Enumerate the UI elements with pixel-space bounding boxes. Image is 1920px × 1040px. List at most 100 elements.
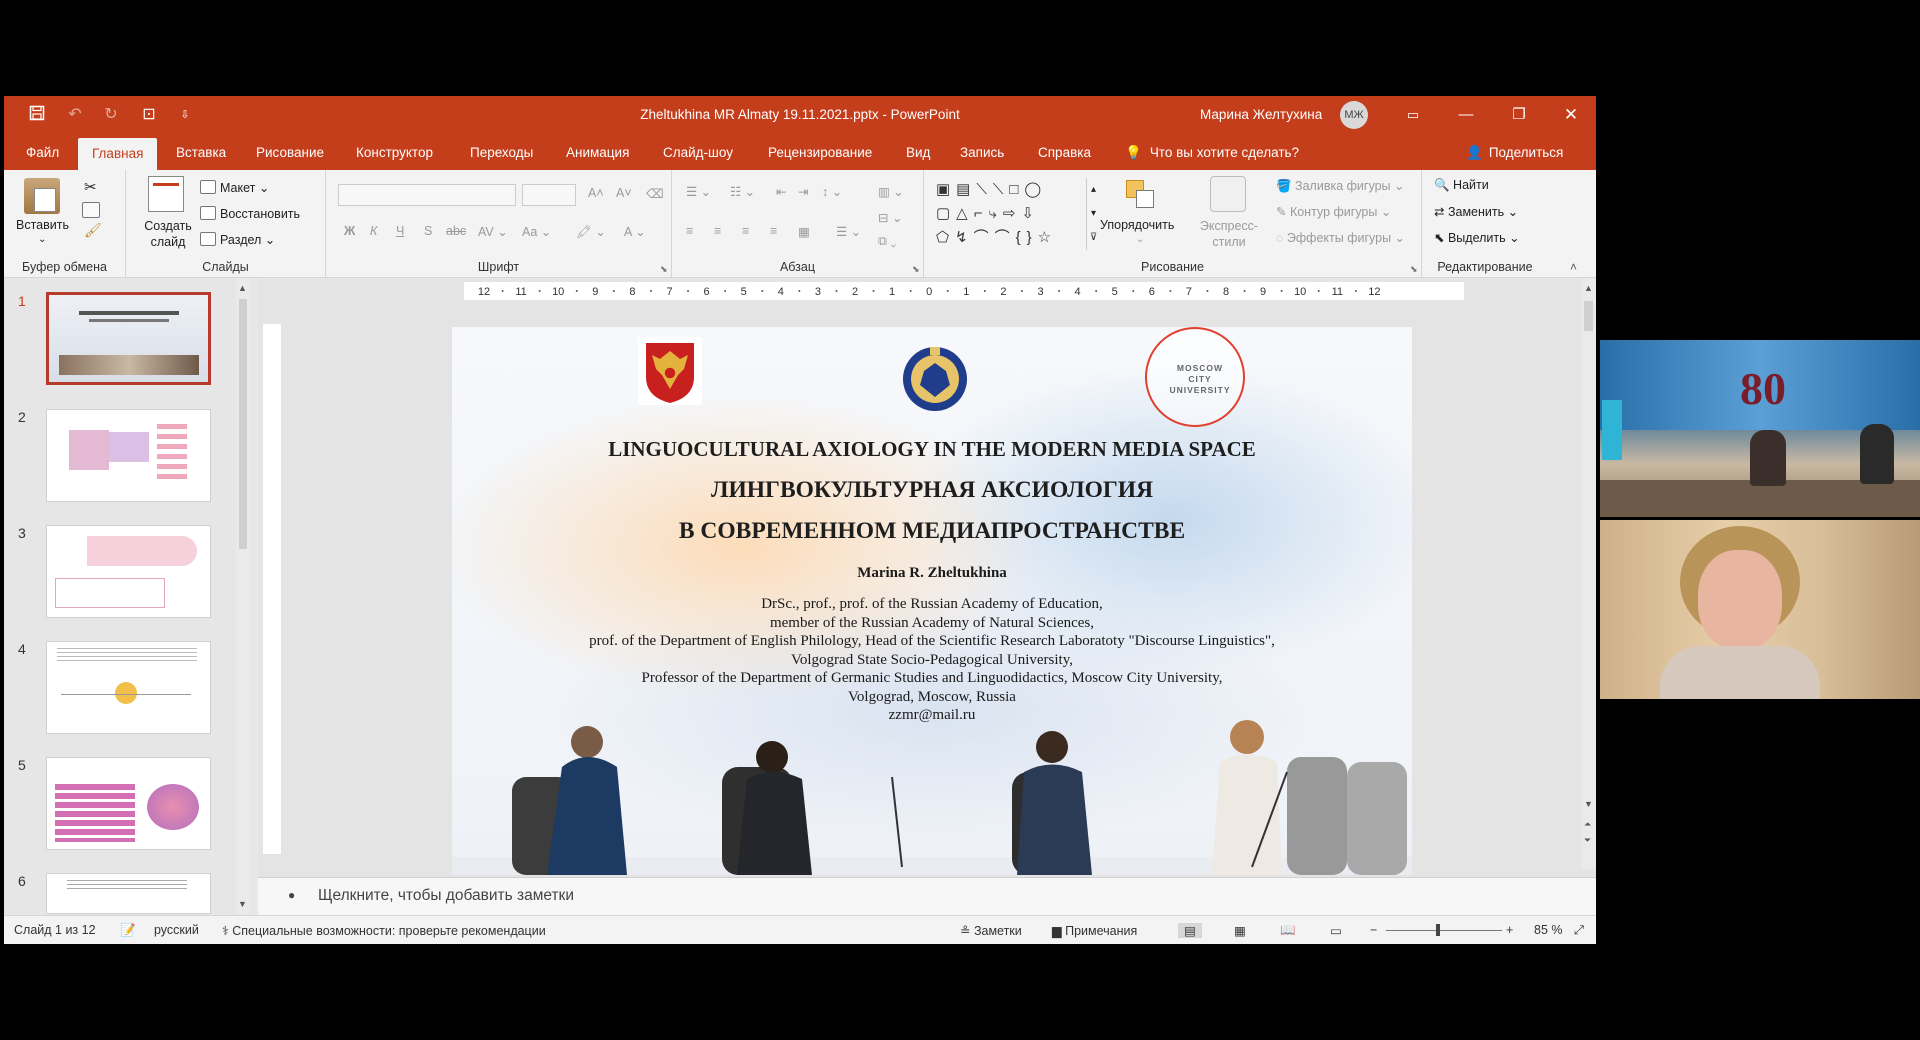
cut-icon[interactable]: ✂ — [84, 178, 97, 196]
language-indicator[interactable]: русский — [154, 923, 199, 937]
shape-outline-button[interactable]: ✎ Контур фигуры ⌄ — [1276, 204, 1391, 219]
distributed-icon[interactable]: ▦ — [798, 224, 810, 239]
numbering-icon[interactable]: ☷ ⌄ — [730, 184, 755, 199]
scroll-down-icon[interactable]: ▼ — [238, 899, 247, 909]
tab-transitions[interactable]: Переходы — [456, 134, 547, 170]
tab-slideshow[interactable]: Слайд-шоу — [649, 134, 747, 170]
normal-view-icon[interactable]: ▤ — [1178, 923, 1202, 938]
slide-scrollbar[interactable]: ▲ ▼ ⏶ ⏷ — [1581, 279, 1596, 869]
char-spacing-icon[interactable]: AV ⌄ — [478, 224, 508, 239]
tab-record[interactable]: Запись — [946, 134, 1018, 170]
share-button[interactable]: 👤 Поделиться — [1466, 134, 1563, 170]
slide-scroll-thumb[interactable] — [1584, 301, 1593, 331]
shape-fill-button[interactable]: 🪣 Заливка фигуры ⌄ — [1276, 178, 1404, 194]
slide-thumbnail-2[interactable] — [46, 409, 211, 502]
slide-thumbnail-6[interactable] — [46, 873, 211, 914]
slide-title-russian-line-1[interactable]: ЛИНГВОКУЛЬТУРНАЯ АКСИОЛОГИЯ — [452, 477, 1412, 504]
font-dialog-launcher-icon[interactable]: ⬊ — [660, 264, 668, 275]
scroll-up-icon[interactable]: ▲ — [1584, 283, 1593, 293]
find-button[interactable]: 🔍 Найти — [1434, 178, 1489, 193]
collapse-ribbon-icon[interactable]: ˄ — [1570, 260, 1577, 274]
text-direction-icon[interactable]: ☰ ⌄ — [836, 224, 861, 239]
bullets-icon[interactable]: ☰ ⌄ — [686, 184, 711, 199]
spellcheck-icon[interactable]: 📝 — [120, 923, 136, 938]
justify-icon[interactable]: ≡ — [770, 224, 777, 238]
minimize-icon[interactable]: — — [1441, 96, 1491, 134]
avatar[interactable]: МЖ — [1340, 101, 1368, 129]
next-slide-icon[interactable]: ⏷ — [1584, 835, 1591, 846]
arrange-button[interactable]: Упорядочить — [1100, 218, 1174, 232]
shapes-scroll-icon[interactable]: ▴ ▾ ⊽ — [1086, 178, 1100, 250]
reset-button[interactable]: Восстановить — [200, 206, 300, 221]
slide-counter[interactable]: Слайд 1 из 12 — [14, 923, 96, 937]
tab-design[interactable]: Конструктор — [342, 134, 447, 170]
line-spacing-icon[interactable]: ↕ ⌄ — [822, 184, 842, 199]
fit-to-window-icon[interactable]: ⤢ — [1574, 923, 1584, 938]
decrease-font-icon[interactable]: A˅ — [616, 186, 632, 200]
slide-thumbnail-5[interactable] — [46, 757, 211, 850]
zoom-out-icon[interactable]: − — [1370, 923, 1377, 937]
reading-view-icon[interactable]: 📖 — [1280, 923, 1296, 938]
scroll-down-icon[interactable]: ▼ — [1584, 799, 1593, 809]
align-right-icon[interactable]: ≡ — [742, 224, 749, 238]
underline-button[interactable]: Ч — [396, 224, 404, 238]
tab-animations[interactable]: Анимация — [552, 134, 643, 170]
slide-sorter-icon[interactable]: ▦ — [1234, 923, 1246, 938]
tab-file[interactable]: Файл — [12, 134, 73, 170]
tab-draw[interactable]: Рисование — [242, 134, 338, 170]
clear-format-icon[interactable]: ⌫ — [646, 186, 664, 201]
font-color-icon[interactable]: A ⌄ — [624, 224, 646, 239]
layout-button[interactable]: Макет ⌄ — [200, 180, 269, 195]
slide-thumbnail-1[interactable] — [46, 292, 211, 385]
tab-review[interactable]: Рецензирование — [754, 134, 886, 170]
align-text-icon[interactable]: ⊟ ⌄ — [878, 210, 902, 225]
change-case-button[interactable]: Aa ⌄ — [522, 224, 551, 239]
new-slide-icon[interactable] — [148, 176, 184, 212]
arrange-dropdown-icon[interactable]: ⌄ — [1136, 234, 1144, 245]
replace-button[interactable]: ⇄ Заменить ⌄ — [1434, 204, 1518, 219]
columns-icon[interactable]: ▥ ⌄ — [878, 184, 904, 199]
scroll-up-icon[interactable]: ▲ — [238, 283, 247, 293]
paste-dropdown-icon[interactable]: ⌄ — [38, 234, 46, 245]
quick-styles-icon[interactable] — [1210, 176, 1246, 212]
tab-insert[interactable]: Вставка — [162, 134, 240, 170]
tab-home[interactable]: Главная — [78, 138, 158, 170]
user-name[interactable]: Марина Желтухина — [1200, 107, 1322, 122]
restore-icon[interactable]: ❐ — [1494, 96, 1544, 134]
zoom-slider[interactable] — [1386, 924, 1502, 936]
slide-thumbnail-3[interactable] — [46, 525, 211, 618]
video-feed-speaker[interactable] — [1600, 520, 1920, 699]
accessibility-button[interactable]: ⚕ Специальные возможности: проверьте рек… — [222, 923, 546, 938]
ribbon-display-icon[interactable]: ▭ — [1388, 96, 1438, 134]
zoom-slider-thumb[interactable] — [1436, 924, 1440, 936]
slide-affiliation[interactable]: DrSc., prof., prof. of the Russian Acade… — [452, 595, 1412, 725]
font-size-select[interactable] — [522, 184, 576, 206]
smartart-icon[interactable]: ⧉ ⌄ — [878, 234, 896, 249]
paragraph-dialog-launcher-icon[interactable]: ⬊ — [912, 264, 920, 275]
close-icon[interactable]: ✕ — [1546, 96, 1596, 134]
shadow-button[interactable]: S — [424, 224, 432, 238]
comments-button[interactable]: ▆ Примечания — [1052, 923, 1137, 938]
notes-pane[interactable]: ● Щелкните, чтобы добавить заметки — [258, 877, 1596, 915]
shape-effects-button[interactable]: ◌ Эффекты фигуры ⌄ — [1276, 230, 1405, 245]
arrange-icon[interactable] — [1122, 176, 1158, 212]
slideshow-view-icon[interactable]: ▭ — [1330, 923, 1342, 938]
horizontal-ruler[interactable]: 12 11 10 9 8 7 6 5 4 3 2 1 0 1 2 3 4 5 6 7 8 9 10 11 12 — [464, 282, 1464, 300]
zoom-level[interactable]: 85 % — [1534, 923, 1563, 937]
zoom-in-icon[interactable]: + — [1506, 923, 1513, 937]
thumbnails-scroll-thumb[interactable] — [239, 299, 247, 549]
paste-icon[interactable] — [24, 178, 60, 214]
increase-font-icon[interactable]: A˄ — [588, 186, 604, 200]
vertical-ruler[interactable] — [263, 324, 281, 854]
slide-author[interactable]: Marina R. Zheltukhina — [452, 564, 1412, 583]
tab-view[interactable]: Вид — [892, 134, 944, 170]
quick-styles-button[interactable]: Экспресс-стили — [1186, 218, 1272, 250]
notes-button[interactable]: ≗ Заметки — [960, 923, 1022, 938]
section-button[interactable]: Раздел ⌄ — [200, 232, 275, 247]
drawing-dialog-launcher-icon[interactable]: ⬊ — [1410, 264, 1418, 275]
select-button[interactable]: ⬉ Выделить ⌄ — [1434, 230, 1520, 245]
tab-help[interactable]: Справка — [1024, 134, 1105, 170]
align-center-icon[interactable]: ≡ — [714, 224, 721, 238]
format-painter-icon[interactable]: 🖌 — [84, 222, 102, 239]
bold-button[interactable]: Ж — [344, 224, 355, 238]
